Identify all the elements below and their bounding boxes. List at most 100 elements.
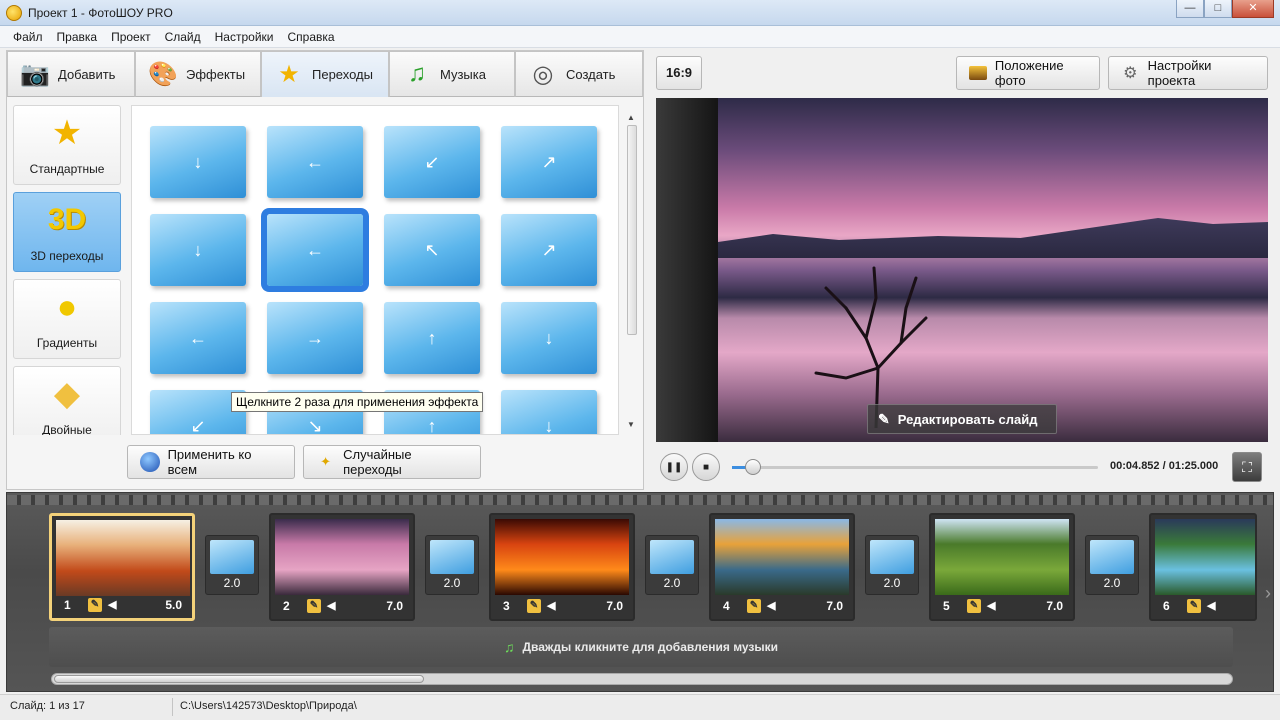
timeline-slide[interactable]: 5 ✎ ◀ 7.0 xyxy=(929,513,1075,621)
timeline-slide[interactable]: 2 ✎ ◀ 7.0 xyxy=(269,513,415,621)
timeline-slide[interactable]: 4 ✎ ◀ 7.0 xyxy=(709,513,855,621)
slide-meta: 1 ✎ ◀ 5.0 xyxy=(52,594,192,616)
scroll-up-icon[interactable]: ▲ xyxy=(627,113,635,122)
category-gradients[interactable]: ● Градиенты xyxy=(13,279,121,359)
pencil-icon[interactable]: ✎ xyxy=(307,599,321,613)
speaker-icon[interactable]: ◀ xyxy=(547,599,555,612)
music-note-icon: ♫ xyxy=(408,60,426,87)
timeline-slide[interactable]: 1 ✎ ◀ 5.0 xyxy=(49,513,195,621)
timeline-transition[interactable]: 2.0 xyxy=(645,535,699,595)
speaker-icon[interactable]: ◀ xyxy=(987,599,995,612)
pause-button[interactable]: ❚❚ xyxy=(660,453,688,481)
category-list: ★ Стандартные 3D 3D переходы ● Градиенты… xyxy=(13,105,125,435)
menu-slide[interactable]: Слайд xyxy=(158,26,208,47)
transition-tile[interactable]: ← xyxy=(267,126,363,198)
category-label: Градиенты xyxy=(36,336,98,350)
minimize-button[interactable]: — xyxy=(1176,0,1204,18)
transition-tile[interactable]: ↑ xyxy=(384,302,480,374)
transition-tile[interactable]: ↓ xyxy=(501,390,597,434)
chevron-right-icon[interactable]: › xyxy=(1265,583,1271,604)
random-transitions-button[interactable]: ✦ Случайные переходы xyxy=(303,445,481,479)
category-standard[interactable]: ★ Стандартные xyxy=(13,105,121,185)
menu-settings[interactable]: Настройки xyxy=(208,26,281,47)
playback-time: 00:04.852 / 01:25.000 xyxy=(1110,460,1219,472)
timeline-slide[interactable]: 3 ✎ ◀ 7.0 xyxy=(489,513,635,621)
timeline-scrollbar-thumb[interactable] xyxy=(54,675,424,683)
slide-number: 4 xyxy=(723,599,730,613)
menu-help[interactable]: Справка xyxy=(280,26,341,47)
category-3d[interactable]: 3D 3D переходы xyxy=(13,192,121,272)
edit-slide-button[interactable]: ✎ Редактировать слайд xyxy=(867,404,1057,434)
transition-tile[interactable]: ↖ xyxy=(384,214,480,286)
tab-add[interactable]: 📷 Добавить xyxy=(7,51,135,97)
transition-tile[interactable]: ← xyxy=(150,302,246,374)
speaker-icon[interactable]: ◀ xyxy=(1207,599,1215,612)
project-settings-button[interactable]: ⚙ Настройки проекта xyxy=(1108,56,1268,90)
timeline-transition[interactable]: 2.0 xyxy=(1085,535,1139,595)
timeline-transition[interactable]: 2.0 xyxy=(865,535,919,595)
speaker-icon[interactable]: ◀ xyxy=(108,598,116,611)
transition-tile[interactable]: ↓ xyxy=(501,302,597,374)
category-label: Двойные xyxy=(42,423,92,435)
preview-tree xyxy=(814,266,928,428)
slide-thumbnail xyxy=(715,519,849,595)
transition-tile[interactable]: ↙ xyxy=(384,126,480,198)
stop-button[interactable]: ■ xyxy=(692,453,720,481)
timeline: 1 ✎ ◀ 5.0 2.0 2 ✎ ◀ 7.0 2.0 3 ✎ ◀ 7.0 2. xyxy=(6,492,1274,692)
transition-tile[interactable]: ↓ xyxy=(150,126,246,198)
scroll-down-icon[interactable]: ▼ xyxy=(627,420,635,429)
aspect-ratio-button[interactable]: 16:9 xyxy=(656,56,702,90)
transition-tile[interactable]: → xyxy=(267,302,363,374)
playback-track[interactable] xyxy=(732,466,1098,469)
tab-effects[interactable]: 🎨 Эффекты xyxy=(135,51,261,97)
3d-icon: 3D xyxy=(47,203,87,236)
tab-transitions[interactable]: ★ Переходы xyxy=(261,51,389,97)
transition-duration: 2.0 xyxy=(443,576,461,590)
project-path: C:\Users\142573\Desktop\Природа\ xyxy=(180,700,357,712)
close-button[interactable]: ✕ xyxy=(1232,0,1274,18)
timeline-scrollbar[interactable] xyxy=(51,673,1233,685)
tab-label: Добавить xyxy=(58,66,116,82)
pencil-icon[interactable]: ✎ xyxy=(527,599,541,613)
timeline-slide[interactable]: 6 ✎ ◀ xyxy=(1149,513,1257,621)
category-double[interactable]: ◆ Двойные xyxy=(13,366,121,435)
pencil-icon[interactable]: ✎ xyxy=(88,598,102,612)
transition-thumbnail xyxy=(1090,540,1134,574)
shield-icon xyxy=(140,452,160,472)
transition-tile[interactable]: ↓ xyxy=(150,214,246,286)
transition-tile-selected[interactable]: ← xyxy=(267,214,363,286)
palette-icon: 🎨 xyxy=(148,60,178,88)
tab-music[interactable]: ♫ Музыка xyxy=(389,51,515,97)
slide-duration: 7.0 xyxy=(606,599,623,613)
slide-duration: 7.0 xyxy=(826,599,843,613)
playback-slider-knob[interactable] xyxy=(744,459,761,475)
timeline-transition[interactable]: 2.0 xyxy=(205,535,259,595)
music-track[interactable]: ♫ Дважды кликните для добавления музыки xyxy=(49,627,1233,667)
speaker-icon[interactable]: ◀ xyxy=(767,599,775,612)
apply-all-button[interactable]: Применить ко всем xyxy=(127,445,295,479)
pencil-icon[interactable]: ✎ xyxy=(747,599,761,613)
transition-duration: 2.0 xyxy=(663,576,681,590)
speaker-icon[interactable]: ◀ xyxy=(327,599,335,612)
photo-position-button[interactable]: Положение фото xyxy=(956,56,1100,90)
grid-scrollbar[interactable]: ▲ ▼ xyxy=(625,113,639,429)
window-title-bar: Проект 1 - ФотоШОУ PRO — □ ✕ xyxy=(0,0,1280,26)
pencil-icon[interactable]: ✎ xyxy=(967,599,981,613)
transition-duration: 2.0 xyxy=(883,576,901,590)
maximize-button[interactable]: □ xyxy=(1204,0,1232,18)
transition-tile[interactable]: ↗ xyxy=(501,214,597,286)
menu-file[interactable]: Файл xyxy=(6,26,50,47)
menu-edit[interactable]: Правка xyxy=(50,26,105,47)
menu-project[interactable]: Проект xyxy=(104,26,158,47)
category-label: Стандартные xyxy=(29,162,105,176)
preview-panel: 16:9 Положение фото ⚙ Настройки проекта … xyxy=(650,50,1274,490)
tab-create[interactable]: ◎ Создать xyxy=(515,51,643,97)
slide-duration: 7.0 xyxy=(1046,599,1063,613)
scrollbar-thumb[interactable] xyxy=(627,125,637,335)
tooltip: Щелкните 2 раза для применения эффекта xyxy=(231,392,484,412)
slide-duration: 5.0 xyxy=(165,598,182,612)
fullscreen-button[interactable]: ⛶ xyxy=(1232,452,1262,482)
transition-tile[interactable]: ↗ xyxy=(501,126,597,198)
pencil-icon[interactable]: ✎ xyxy=(1187,599,1201,613)
timeline-transition[interactable]: 2.0 xyxy=(425,535,479,595)
